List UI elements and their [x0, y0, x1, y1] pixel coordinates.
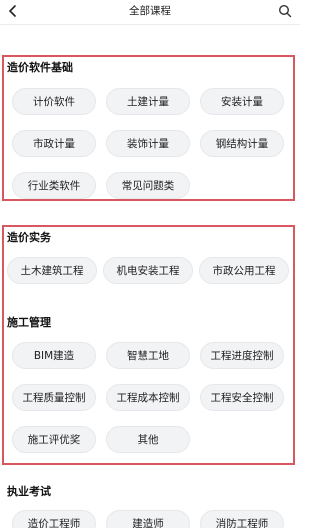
course-chip[interactable]: 计价软件	[12, 88, 96, 115]
course-chip[interactable]: 建造师	[106, 510, 190, 528]
course-chip[interactable]: 其他	[106, 426, 190, 453]
section-title-software-basics: 造价软件基础	[7, 61, 73, 74]
course-chip[interactable]: 工程成本控制	[106, 384, 190, 411]
section-title-construction-management: 施工管理	[7, 316, 51, 329]
course-chip[interactable]: 市政计量	[12, 130, 96, 157]
course-chip[interactable]: 常见问题类	[106, 172, 190, 199]
search-icon	[278, 3, 292, 22]
course-chip[interactable]: 工程质量控制	[12, 384, 96, 411]
course-chip[interactable]: 行业类软件	[12, 172, 96, 199]
section-title-professional-exams: 执业考试	[7, 485, 51, 498]
course-chip[interactable]: 工程安全控制	[200, 384, 284, 411]
course-chip[interactable]: BIM建造	[12, 342, 96, 369]
course-chip[interactable]: 机电安装工程	[103, 257, 193, 284]
course-chip[interactable]: 土木建筑工程	[7, 257, 97, 284]
course-chip[interactable]: 市政公用工程	[199, 257, 289, 284]
course-chip[interactable]: 安装计量	[200, 88, 284, 115]
course-chip[interactable]: 装饰计量	[106, 130, 190, 157]
course-chip[interactable]: 工程进度控制	[200, 342, 284, 369]
course-chip[interactable]: 施工评优奖	[12, 426, 96, 453]
course-chip[interactable]: 造价工程师	[12, 510, 96, 528]
page-title: 全部课程	[129, 5, 171, 17]
course-chip[interactable]: 智慧工地	[106, 342, 190, 369]
course-chip[interactable]: 钢结构计量	[200, 130, 284, 157]
search-button[interactable]	[278, 3, 294, 19]
header-divider	[0, 24, 300, 25]
top-bar: 全部课程	[0, 0, 300, 24]
course-chip[interactable]: 消防工程师	[200, 510, 284, 528]
section-title-cost-practice: 造价实务	[7, 231, 51, 244]
course-chip[interactable]: 土建计量	[106, 88, 190, 115]
